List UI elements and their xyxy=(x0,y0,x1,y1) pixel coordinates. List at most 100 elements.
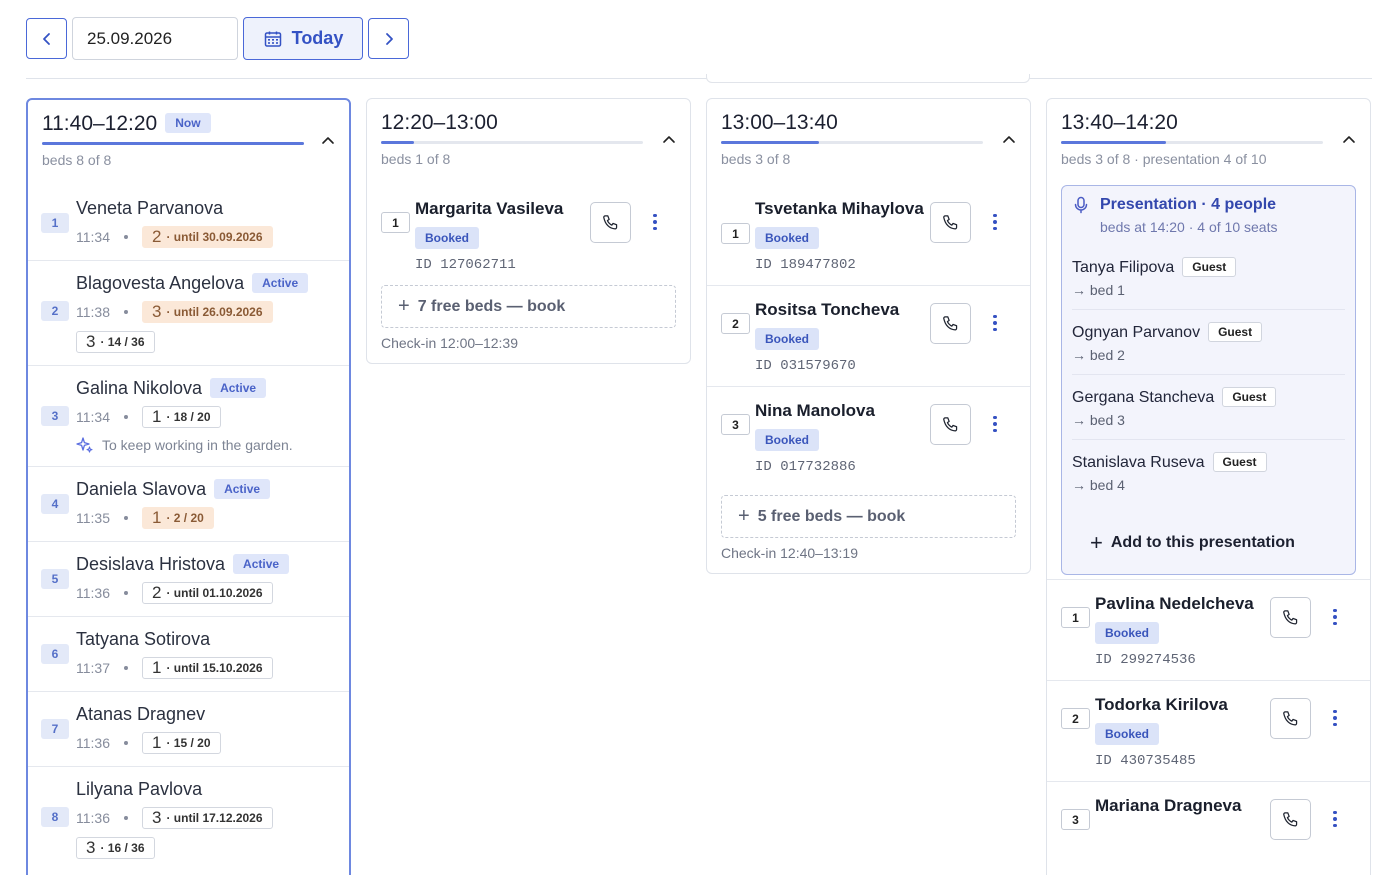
dot-icon xyxy=(653,214,657,218)
arrival-time: 11:36 xyxy=(76,735,110,751)
more-menu-button[interactable] xyxy=(989,210,1001,234)
progress-fill xyxy=(721,141,820,144)
package-count: 2 xyxy=(152,583,162,602)
waiting-meta: 11:34 1 · 18 / 20 xyxy=(76,406,335,428)
today-button[interactable]: Today xyxy=(243,17,363,60)
dot-icon xyxy=(1333,609,1337,613)
book-free-beds-button[interactable]: + 7 free beds — book xyxy=(381,285,676,328)
dot-icon xyxy=(1333,615,1337,619)
waiting-row[interactable]: 5 Desislava Hristova Active 11:36 2 · until 0… xyxy=(28,541,349,616)
today-label: Today xyxy=(291,28,344,48)
package-detail: · 15 / 20 xyxy=(166,736,211,750)
patient-name: Atanas Dragnev xyxy=(76,704,206,724)
call-button[interactable] xyxy=(1270,799,1311,840)
separator-dot xyxy=(124,666,128,670)
date-input[interactable] xyxy=(72,17,238,60)
booking-id: ID 127062711 xyxy=(415,257,516,273)
arrival-time: 11:36 xyxy=(76,585,110,601)
queue-number: 5 xyxy=(41,569,69,589)
chevron-up-icon[interactable] xyxy=(662,133,676,145)
chevron-up-icon[interactable] xyxy=(1002,133,1016,145)
waiting-row[interactable]: 2 Blagovesta Angelova Active 11:38 3 · until … xyxy=(28,260,349,365)
slot-header: 12:20–13:00 beds 1 of 8 xyxy=(367,99,690,185)
bed-number: 2 xyxy=(1061,708,1090,729)
phone-icon xyxy=(942,416,957,431)
queue-number: 2 xyxy=(41,301,69,321)
call-button[interactable] xyxy=(930,202,971,243)
guest-name: Tanya Filipova xyxy=(1072,259,1175,276)
dot-icon xyxy=(993,220,997,224)
book-free-beds-button[interactable]: + 5 free beds — book xyxy=(721,495,1016,538)
waiting-row[interactable]: 8 Lilyana Pavlova 11:36 3 · until 17.12.2026… xyxy=(28,766,349,871)
dot-icon xyxy=(1333,710,1337,714)
call-button[interactable] xyxy=(1270,698,1311,739)
patient-name: Todorka Kirilova xyxy=(1095,695,1228,714)
next-day-button[interactable] xyxy=(368,18,409,59)
waiting-row[interactable]: 7 Atanas Dragnev 11:36 1 · 15 / 20 xyxy=(28,691,349,766)
more-menu-button[interactable] xyxy=(649,210,661,234)
slot-time: 13:40–14:20 xyxy=(1061,111,1178,134)
slot-column-1220: 12:20–13:00 beds 1 of 8 Margarita Vasile… xyxy=(366,98,691,364)
bed-number: 3 xyxy=(1061,809,1090,830)
booking-list: Margarita Vasileva 1 Booked ID 127062711 xyxy=(367,185,690,285)
secondary-pill-row: 3 · 16 / 36 xyxy=(76,837,335,859)
more-menu-button[interactable] xyxy=(1329,807,1341,831)
call-button[interactable] xyxy=(930,303,971,344)
arrival-time: 11:34 xyxy=(76,229,110,245)
package-count: 3 xyxy=(86,838,96,857)
dot-icon xyxy=(1333,811,1337,815)
package-count: 1 xyxy=(152,733,162,752)
scroll-tab xyxy=(706,74,1030,83)
package-pill: 2 · until 30.09.2026 xyxy=(142,226,273,248)
package-detail: · until 26.09.2026 xyxy=(166,305,263,319)
guest-row[interactable]: Tanya Filipova Guest → bed 1 xyxy=(1072,249,1345,309)
dot-icon xyxy=(993,226,997,230)
dot-icon xyxy=(653,220,657,224)
call-button[interactable] xyxy=(930,404,971,445)
dot-icon xyxy=(993,214,997,218)
patient-name: Margarita Vasileva xyxy=(415,199,564,218)
package-pill: 2 · until 01.10.2026 xyxy=(142,582,273,604)
dot-icon xyxy=(993,321,997,325)
guest-name: Stanislava Ruseva xyxy=(1072,454,1205,471)
waiting-row[interactable]: 4 Daniela Slavova Active 11:35 1 · 2 / 20 xyxy=(28,466,349,541)
add-to-presentation-button[interactable]: + Add to this presentation xyxy=(1072,504,1345,574)
more-menu-button[interactable] xyxy=(989,412,1001,436)
waiting-meta: 11:36 1 · 15 / 20 xyxy=(76,732,335,754)
beds-count: beds 8 of 8 xyxy=(42,152,112,168)
chevron-up-icon[interactable] xyxy=(321,134,335,146)
more-menu-button[interactable] xyxy=(1329,605,1341,629)
phone-icon xyxy=(942,214,957,229)
guest-row[interactable]: Ognyan Parvanov Guest → bed 2 xyxy=(1072,309,1345,374)
patient-name: Mariana Dragneva xyxy=(1095,796,1242,815)
waiting-meta: 11:38 3 · until 26.09.2026 xyxy=(76,301,335,323)
package-pill: 1 · 15 / 20 xyxy=(142,732,221,754)
slot-time: 12:20–13:00 xyxy=(381,111,498,134)
package-pill: 3 · until 26.09.2026 xyxy=(142,301,273,323)
booked-badge: Booked xyxy=(755,429,820,451)
more-menu-button[interactable] xyxy=(1329,706,1341,730)
dot-icon xyxy=(1333,817,1337,821)
guest-row[interactable]: Stanislava Ruseva Guest → bed 4 xyxy=(1072,439,1345,504)
guest-badge: Guest xyxy=(1182,257,1237,277)
plus-icon: + xyxy=(398,295,410,317)
queue-number: 7 xyxy=(41,719,69,739)
beds-count: beds 3 of 8 xyxy=(721,151,791,167)
booking-row: Pavlina Nedelcheva 1 Booked ID 299274536 xyxy=(1047,579,1370,680)
patient-name: Tsvetanka Mihaylova xyxy=(755,199,924,218)
checkin-window: Check-in 12:40–13:19 xyxy=(721,545,858,561)
call-button[interactable] xyxy=(590,202,631,243)
guest-bed: → bed 3 xyxy=(1072,412,1125,428)
waiting-row[interactable]: 1 Veneta Parvanova 11:34 2 · until 30.09.202… xyxy=(28,186,349,260)
call-button[interactable] xyxy=(1270,597,1311,638)
more-menu-button[interactable] xyxy=(989,311,1001,335)
waiting-row[interactable]: 3 Galina Nikolova Active 11:34 1 · 18 / 20 To … xyxy=(28,365,349,466)
patient-name: Nina Manolova xyxy=(755,401,875,420)
slot-time: 13:00–13:40 xyxy=(721,111,838,134)
chevron-up-icon[interactable] xyxy=(1342,133,1356,145)
waiting-row[interactable]: 6 Tatyana Sotirova 11:37 1 · until 15.10.202… xyxy=(28,616,349,691)
guest-row[interactable]: Gergana Stancheva Guest → bed 3 xyxy=(1072,374,1345,439)
package-detail: · until 01.10.2026 xyxy=(166,586,263,600)
prev-day-button[interactable] xyxy=(26,18,67,59)
microphone-icon xyxy=(1074,196,1088,214)
